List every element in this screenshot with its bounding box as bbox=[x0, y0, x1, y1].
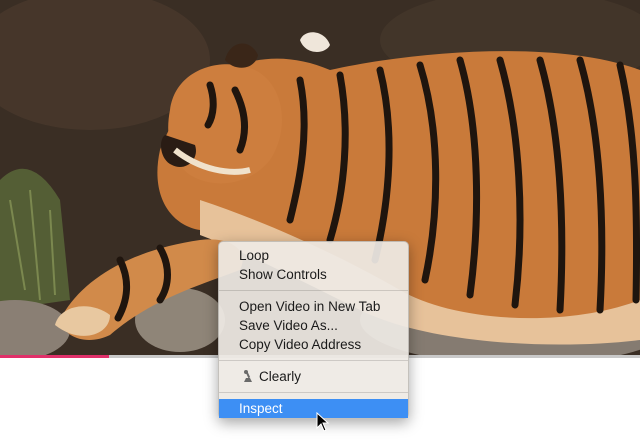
clearly-extension-icon bbox=[241, 369, 255, 384]
menu-item-inspect[interactable]: Inspect bbox=[219, 399, 408, 418]
menu-separator bbox=[219, 360, 408, 361]
menu-item-show-controls[interactable]: Show Controls bbox=[219, 265, 408, 284]
menu-item-clearly[interactable]: Clearly bbox=[219, 367, 408, 386]
menu-item-copy-video-address[interactable]: Copy Video Address bbox=[219, 335, 408, 354]
menu-item-save-video-as[interactable]: Save Video As... bbox=[219, 316, 408, 335]
context-menu: Loop Show Controls Open Video in New Tab… bbox=[218, 241, 409, 419]
menu-item-open-video-new-tab[interactable]: Open Video in New Tab bbox=[219, 297, 408, 316]
menu-separator bbox=[219, 290, 408, 291]
menu-item-loop[interactable]: Loop bbox=[219, 246, 408, 265]
mouse-cursor-icon bbox=[316, 412, 330, 432]
menu-separator bbox=[219, 392, 408, 393]
